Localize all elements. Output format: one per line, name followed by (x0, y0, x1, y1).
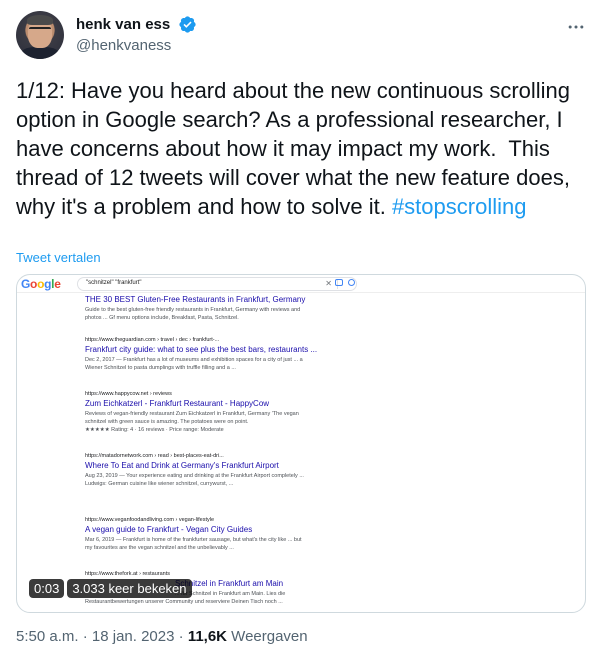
display-name[interactable]: henk van ess (76, 16, 170, 33)
hashtag-link[interactable]: #stopscrolling (392, 194, 527, 219)
result-snippet: schnitzel with green sauce is amazing. T… (85, 419, 249, 425)
google-logo: Google (21, 277, 61, 291)
result-snippet: Aug 23, 2019 — Your experience eating an… (85, 473, 304, 479)
google-search-bar: Google "schnitzel" "frankfurt" ✕ (17, 275, 585, 293)
result-snippet: Dec 2, 2017 — Frankfurt has a lot of mus… (85, 357, 303, 363)
tweet-time[interactable]: 5:50 a.m. (16, 628, 79, 645)
camera-icon (335, 279, 343, 286)
result-url: https://www.thefork.at › restaurants (85, 571, 170, 577)
search-result: https://www.theguardian.com › travel › d… (85, 337, 385, 372)
search-result: https://matadornetwork.com › read › best… (85, 453, 385, 488)
search-icon (348, 279, 355, 286)
google-query: "schnitzel" "frankfurt" (86, 280, 142, 286)
video-views-badge: 3.033 keer bekeken (67, 579, 192, 598)
result-rating: ★★★★★ Rating: 4 · 16 reviews · Price ran… (85, 427, 224, 433)
avatar-hair (27, 15, 53, 25)
result-url: https://www.veganfoodandliving.com › veg… (85, 517, 215, 523)
meta-separator: · (174, 628, 188, 645)
handle[interactable]: @henkvaness (76, 37, 197, 54)
more-options-icon[interactable] (566, 17, 586, 37)
close-icon: ✕ (325, 279, 332, 288)
google-search-input: "schnitzel" "frankfurt" ✕ (77, 277, 357, 291)
search-result: THE 30 BEST Gluten-Free Restaurants in F… (85, 295, 385, 322)
result-snippet: Wiener Schnitzel to pasta dumplings with… (85, 365, 236, 371)
result-title: Zum Eichkatzerl - Frankfurt Restaurant -… (85, 399, 270, 408)
tweet-header: henk van ess @henkvaness (16, 11, 586, 59)
result-title: Frankfurt city guide: what to see plus t… (85, 345, 318, 354)
result-title: THE 30 BEST Gluten-Free Restaurants in F… (85, 295, 306, 304)
translate-tweet-link[interactable]: Tweet vertalen (16, 250, 101, 265)
video-badges: 0:03 3.033 keer bekeken (29, 579, 195, 599)
tweet-text: 1/12: Have you heard about the new conti… (16, 76, 586, 221)
result-snippet: photos ... Gf menu options include, Brea… (85, 315, 239, 321)
result-snippet: Reviews of vegan-friendly restaurant Zum… (85, 411, 299, 417)
avatar[interactable] (16, 11, 64, 59)
result-snippet: Restaurantbewertungen unserer Community … (85, 599, 283, 605)
result-snippet: my favourites are the vegan schnitzel an… (85, 545, 234, 551)
result-snippet: Mar 6, 2019 — Frankfurt is home of the f… (85, 537, 302, 543)
tweet-meta: 5:50 a.m. · 18 jan. 2023 · 11,6K Weergav… (16, 628, 308, 645)
meta-separator: · (78, 628, 92, 645)
result-url: https://www.theguardian.com › travel › d… (85, 337, 220, 343)
video-media[interactable]: Google "schnitzel" "frankfurt" ✕ THE 30 … (16, 274, 586, 613)
video-time-badge: 0:03 (29, 579, 65, 598)
result-title: A vegan guide to Frankfurt - Vegan City … (85, 525, 253, 534)
views-count[interactable]: 11,6K (188, 628, 227, 645)
tweet-date[interactable]: 18 jan. 2023 (92, 628, 175, 645)
avatar-shirt (20, 47, 60, 59)
result-snippet: Ludwigs: German cuisine like wiener schn… (85, 481, 234, 487)
result-snippet: Guide to the best gluten-free friendly r… (85, 307, 301, 313)
views-label: Weergaven (227, 628, 308, 645)
result-url: https://matadornetwork.com › read › best… (85, 453, 224, 459)
result-title: Where To Eat and Drink at Germany's Fran… (85, 461, 279, 470)
result-url: https://www.happycow.net › reviews (85, 391, 172, 397)
verified-badge-icon (179, 16, 196, 33)
search-result: https://www.happycow.net › reviews Zum E… (85, 391, 385, 434)
search-result: https://www.veganfoodandliving.com › veg… (85, 517, 385, 552)
avatar-glasses (29, 27, 51, 32)
author-names: henk van ess @henkvaness (76, 15, 197, 54)
